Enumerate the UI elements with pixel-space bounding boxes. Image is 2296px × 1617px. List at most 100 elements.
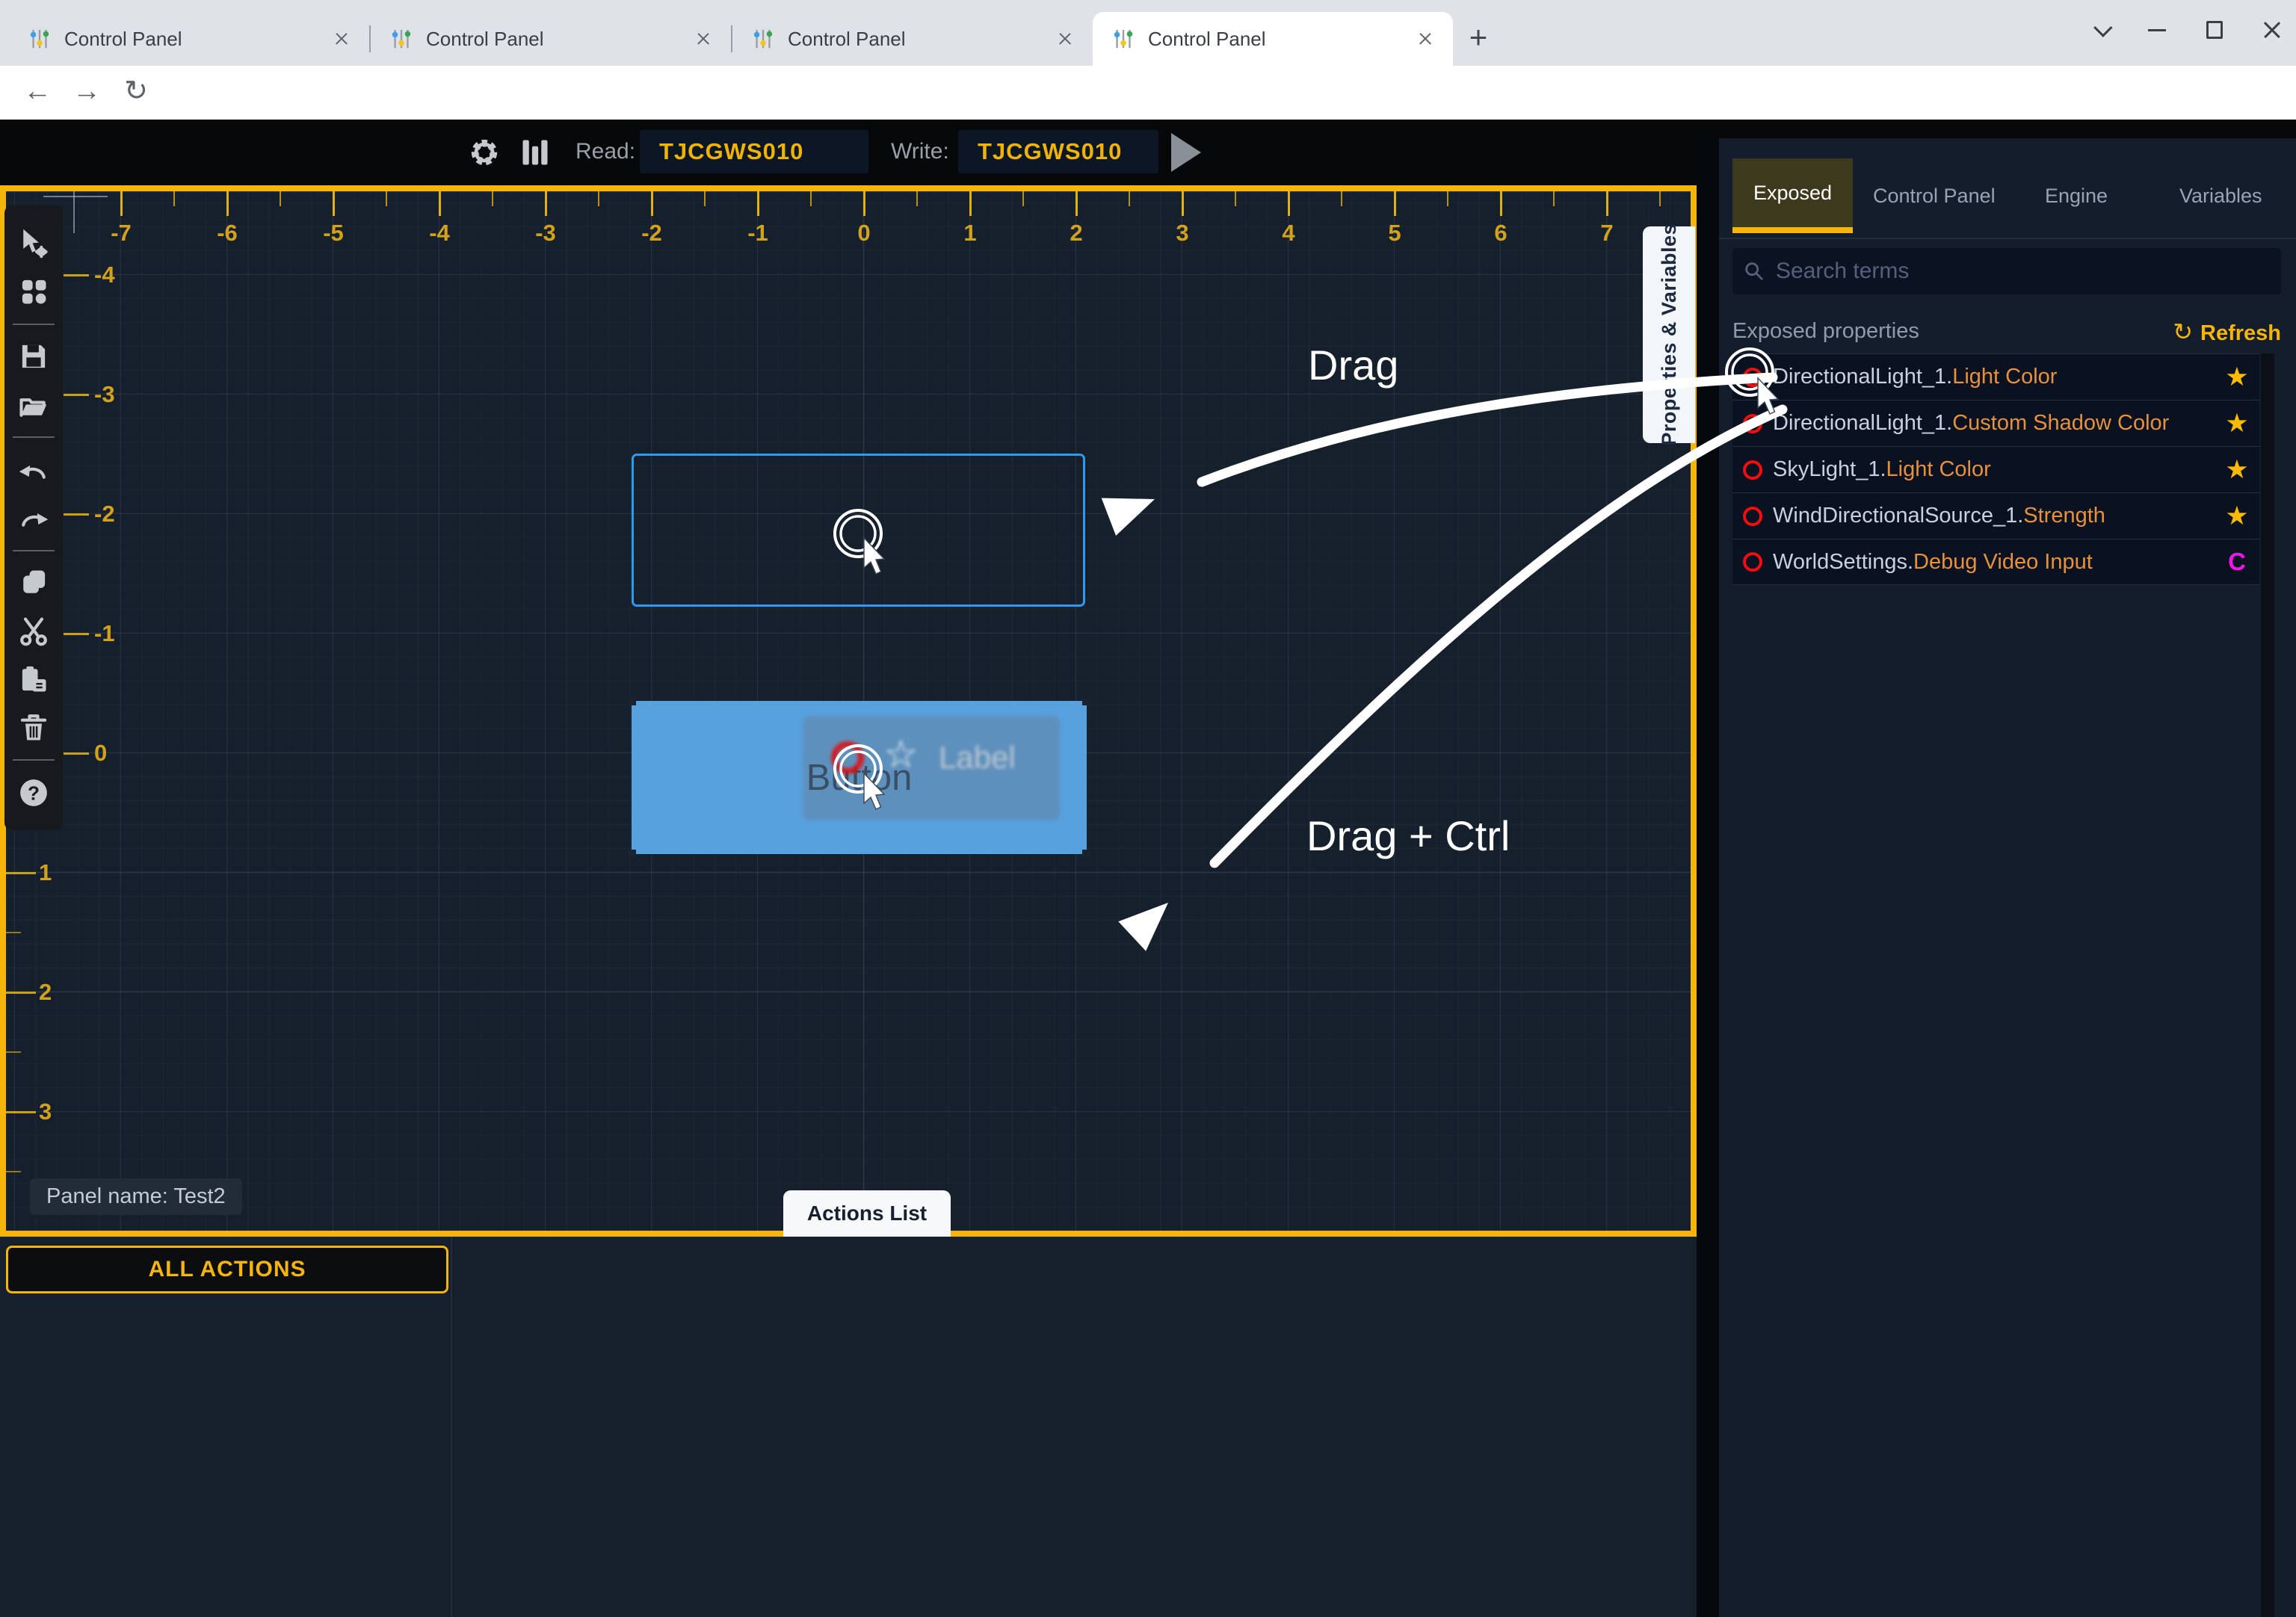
drag-ctrl-annotation: Drag + Ctrl bbox=[1306, 811, 1510, 860]
record-ring-icon[interactable] bbox=[1743, 368, 1762, 387]
ruler-minor-tick-x bbox=[280, 191, 281, 206]
resize-handle[interactable] bbox=[629, 850, 636, 857]
exposed-property-row[interactable]: DirectionalLight_1.Light Color★ bbox=[1732, 353, 2259, 400]
property-name: Custom Shadow Color bbox=[1952, 411, 2169, 435]
undo-icon[interactable] bbox=[17, 454, 50, 486]
selected-drop-target[interactable] bbox=[632, 454, 1085, 607]
redo-icon[interactable] bbox=[17, 501, 50, 534]
save-icon[interactable] bbox=[17, 340, 50, 373]
drag-annotation: Drag bbox=[1308, 341, 1398, 389]
browser-tab-0[interactable]: Control Panel bbox=[9, 12, 369, 66]
ruler-minor-tick-x bbox=[1553, 191, 1555, 206]
properties-variables-tab-label: Properties & Variables bbox=[1658, 223, 1681, 446]
ruler-minor-tick-x bbox=[492, 191, 493, 206]
panel-name-badge: Panel name: Test2 bbox=[30, 1178, 242, 1215]
tab-title: Control Panel bbox=[788, 28, 1057, 51]
window-controls bbox=[2094, 7, 2281, 52]
ruler-tick-x bbox=[1182, 191, 1184, 216]
browser-tab-3[interactable]: Control Panel bbox=[1093, 12, 1453, 66]
favorite-star-icon[interactable]: ★ bbox=[2215, 501, 2259, 531]
select-move-tool-icon[interactable] bbox=[17, 227, 50, 260]
record-ring-icon[interactable] bbox=[1743, 460, 1762, 480]
composite-badge[interactable]: C bbox=[2215, 548, 2259, 576]
cut-scissors-icon[interactable] bbox=[17, 615, 50, 648]
canvas-grid[interactable]: Button ☆ Label Drag Drag + Ctrl Panel na… bbox=[6, 191, 1691, 1231]
actions-list-tab[interactable]: Actions List bbox=[783, 1190, 951, 1237]
sidebar-tab-exposed[interactable]: Exposed bbox=[1732, 158, 1853, 233]
minimize-icon[interactable] bbox=[2148, 29, 2166, 31]
ruler-tick-x bbox=[1500, 191, 1502, 216]
open-folder-icon[interactable] bbox=[17, 389, 50, 421]
reload-button[interactable]: ↻ bbox=[115, 70, 157, 112]
tab-search-chevron-icon[interactable] bbox=[2093, 18, 2112, 37]
record-ring-icon[interactable] bbox=[1743, 414, 1762, 433]
close-tab-icon[interactable] bbox=[1057, 31, 1073, 47]
close-window-icon[interactable] bbox=[2263, 21, 2281, 39]
read-label: Read: bbox=[575, 139, 635, 164]
ruler-tick-x bbox=[863, 191, 865, 216]
paste-icon[interactable] bbox=[17, 663, 50, 696]
components-tool-icon[interactable] bbox=[17, 275, 50, 308]
sidebar-search[interactable] bbox=[1732, 248, 2281, 294]
ruler-tick-x bbox=[1288, 191, 1290, 216]
read-engine-input[interactable] bbox=[640, 130, 868, 173]
copy-icon[interactable] bbox=[17, 566, 50, 599]
ruler-minor-tick-x bbox=[1341, 191, 1342, 206]
resize-handle[interactable] bbox=[1082, 698, 1090, 705]
maximize-icon[interactable] bbox=[2206, 21, 2223, 39]
all-actions-button[interactable]: ALL ACTIONS bbox=[6, 1246, 448, 1293]
record-ring-icon[interactable] bbox=[1743, 552, 1762, 572]
exposed-property-row[interactable]: WorldSettings.Debug Video InputC bbox=[1732, 539, 2259, 585]
browser-tab-1[interactable]: Control Panel bbox=[371, 12, 731, 66]
write-engine-input[interactable] bbox=[958, 130, 1158, 173]
sidebar-tab-control-panel[interactable]: Control Panel bbox=[1852, 158, 2016, 233]
ruler-minor-tick-x bbox=[1129, 191, 1130, 206]
play-button[interactable] bbox=[1171, 133, 1201, 172]
close-tab-icon[interactable] bbox=[333, 31, 350, 47]
ruler-label-y: 1 bbox=[39, 859, 52, 886]
columns-layout-icon[interactable] bbox=[517, 136, 553, 169]
ruler-minor-tick-y bbox=[6, 932, 21, 933]
property-owner: SkyLight_1. bbox=[1773, 457, 1886, 481]
exposed-property-row[interactable]: WindDirectionalSource_1.Strength★ bbox=[1732, 492, 2259, 539]
ruler-label-x: 1 bbox=[963, 220, 976, 247]
toolbar-divider bbox=[13, 759, 55, 761]
browser-tab-2[interactable]: Control Panel bbox=[732, 12, 1093, 66]
sidebar-tab-variables[interactable]: Variables bbox=[2158, 158, 2283, 233]
ruler-label-x: 3 bbox=[1176, 220, 1188, 247]
favorite-star-icon[interactable]: ★ bbox=[2215, 455, 2259, 485]
ruler-minor-tick-x bbox=[1659, 191, 1661, 206]
tab-strip: Control PanelControl PanelControl PanelC… bbox=[9, 12, 1453, 66]
ruler-minor-tick-x bbox=[1235, 191, 1236, 206]
ruler-tick-x bbox=[439, 191, 441, 216]
resize-handle[interactable] bbox=[629, 698, 636, 705]
refresh-button[interactable]: ↻Refresh bbox=[2173, 318, 2281, 346]
help-icon[interactable]: ? bbox=[17, 776, 50, 809]
sidebar-scrollbar[interactable] bbox=[2261, 353, 2274, 1617]
forward-button[interactable]: → bbox=[66, 70, 108, 112]
close-tab-icon[interactable] bbox=[695, 31, 712, 47]
new-tab-button[interactable]: + bbox=[1462, 22, 1495, 55]
ruler-minor-tick-x bbox=[173, 191, 175, 206]
favorite-star-icon[interactable]: ★ bbox=[2215, 409, 2259, 439]
favorite-star-icon[interactable]: ★ bbox=[2215, 362, 2259, 392]
properties-variables-tab[interactable]: Properties & Variables bbox=[1643, 226, 1695, 443]
ruler-tick-y bbox=[6, 872, 36, 874]
back-button[interactable]: ← bbox=[16, 70, 58, 112]
exposed-property-row[interactable]: DirectionalLight_1.Custom Shadow Color ★ bbox=[1732, 400, 2259, 446]
close-tab-icon[interactable] bbox=[1417, 31, 1434, 47]
ruler-minor-tick-x bbox=[598, 191, 599, 206]
sidebar-tab-engine[interactable]: Engine bbox=[2024, 158, 2129, 233]
origin-crosshair-icon bbox=[73, 191, 75, 233]
record-ring-icon[interactable] bbox=[1743, 507, 1762, 526]
search-input[interactable] bbox=[1776, 259, 2271, 284]
ruler-label-x: 0 bbox=[857, 220, 870, 247]
panel-editor-canvas[interactable]: Button ☆ Label Drag Drag + Ctrl Panel na… bbox=[0, 185, 1697, 1237]
resize-handle[interactable] bbox=[1082, 850, 1090, 857]
ruler-tick-x bbox=[1394, 191, 1396, 216]
settings-gear-icon[interactable] bbox=[468, 136, 501, 169]
exposed-property-row[interactable]: SkyLight_1.Light Color★ bbox=[1732, 446, 2259, 492]
delete-trash-icon[interactable] bbox=[17, 711, 50, 744]
right-sidebar: ExposedControl PanelEngineVariables Expo… bbox=[1719, 138, 2296, 1617]
property-owner: DirectionalLight_1. bbox=[1773, 411, 1952, 435]
